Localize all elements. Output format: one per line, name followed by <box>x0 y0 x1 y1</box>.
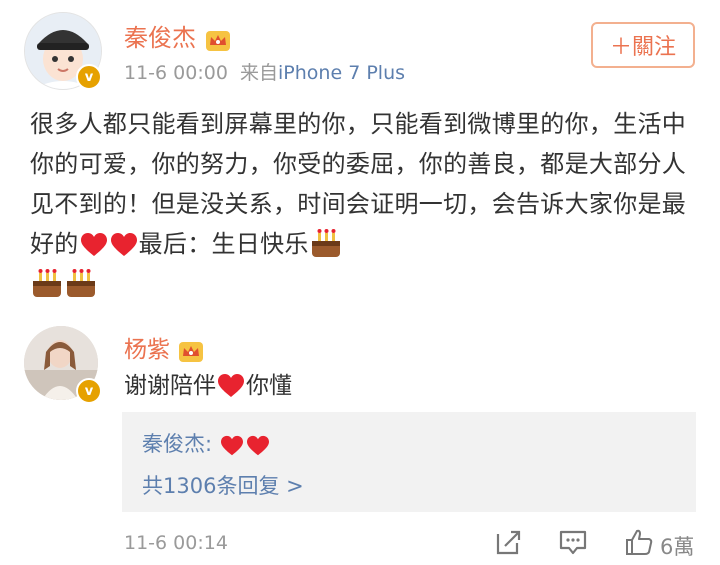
reply-author[interactable]: 秦俊杰: <box>142 432 212 456</box>
cake-icon <box>311 229 340 257</box>
heart-icon <box>220 435 243 456</box>
comment-text-suffix: 你懂 <box>246 373 292 399</box>
heart-icon <box>110 233 137 256</box>
commenter-verified-mark: v <box>84 383 94 399</box>
heart-icon <box>246 435 269 456</box>
verified-mark: v <box>84 69 94 85</box>
crown-icon <box>205 31 230 51</box>
post-author-name[interactable]: 秦俊杰 <box>124 18 232 53</box>
cake-icon <box>67 269 95 297</box>
post-text-ending: 最后：生日快乐 <box>138 230 309 258</box>
verified-badge: v <box>76 64 102 90</box>
comment-text-main: 谢谢陪伴 <box>124 373 216 399</box>
commenter-name-text: 杨紫 <box>124 337 170 363</box>
like-icon[interactable] <box>624 528 654 556</box>
more-replies-link[interactable]: 共1306条回复 > <box>142 470 304 500</box>
post-author-text: 秦俊杰 <box>124 24 196 52</box>
crown-icon <box>179 342 204 362</box>
comment-icon[interactable] <box>558 528 588 556</box>
commenter-verified-badge: v <box>76 378 102 404</box>
like-count: 6萬 <box>660 535 695 559</box>
follow-button[interactable]: ＋關注 <box>591 22 695 68</box>
post-time: 11-6 00:00 <box>124 62 228 84</box>
post-text: 很多人都只能看到屏幕里的你，只能看到微博里的你，生活中你的可爱，你的努力，你受的… <box>30 104 698 304</box>
comment-time: 11-6 00:14 <box>124 532 228 554</box>
post-meta: 11-6 00:00 来自iPhone 7 Plus <box>124 58 405 85</box>
heart-icon <box>80 233 107 256</box>
heart-icon <box>218 374 244 397</box>
cake-icon <box>33 269 61 297</box>
share-icon[interactable] <box>494 528 524 556</box>
reply-line: 秦俊杰: <box>142 428 271 458</box>
comment-text: 谢谢陪伴 你懂 <box>124 366 292 400</box>
source-prefix: 来自 <box>240 62 279 84</box>
commenter-name[interactable]: 杨紫 <box>124 330 205 364</box>
post-source-link[interactable]: iPhone 7 Plus <box>278 62 405 84</box>
